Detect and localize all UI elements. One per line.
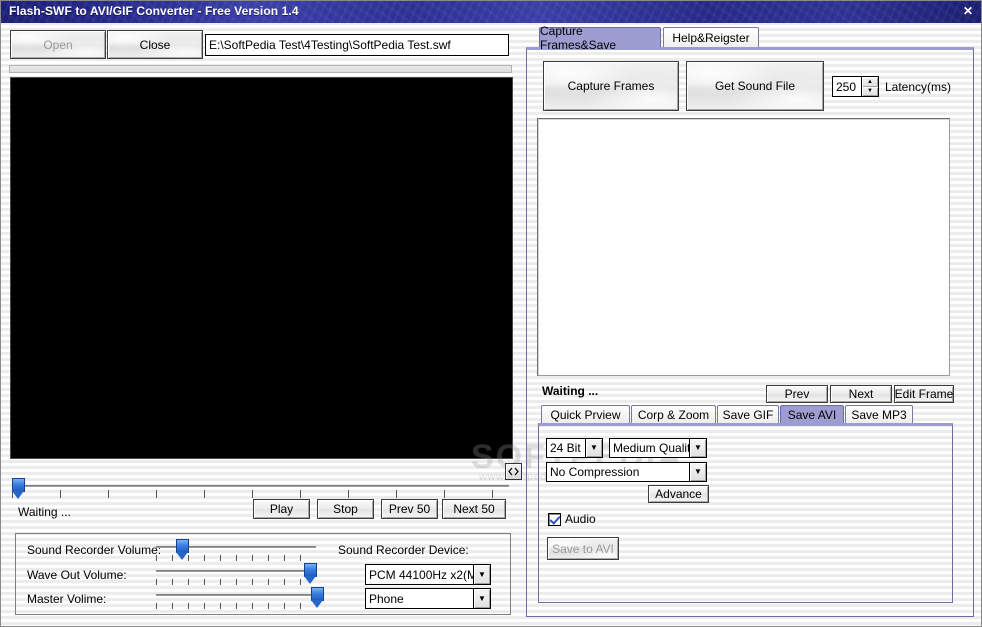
sound-line-value: Phone <box>369 591 404 606</box>
sound-recorder-volume-label: Sound Recorder Volume: <box>27 543 162 557</box>
bitdepth-select[interactable]: 24 Bit ▼ <box>546 438 603 458</box>
latency-value: 250 <box>836 79 857 94</box>
play-button-label: Play <box>269 502 294 516</box>
next50-button[interactable]: Next 50 <box>442 499 506 519</box>
stop-button[interactable]: Stop <box>317 499 374 519</box>
tab-save-mp3-label: Save MP3 <box>851 407 907 422</box>
get-sound-file-button[interactable]: Get Sound File <box>686 61 824 111</box>
timeline-thumb[interactable] <box>12 478 25 500</box>
tab-save-mp3[interactable]: Save MP3 <box>845 405 913 423</box>
audio-checkbox[interactable]: Audio <box>548 512 596 526</box>
open-button[interactable]: Open <box>10 30 106 59</box>
mv-ticks <box>156 603 316 609</box>
chevron-down-icon[interactable]: ▼ <box>689 463 706 481</box>
wave-out-volume-label: Wave Out Volume: <box>27 568 127 582</box>
tab-capture-frames-save-label: Capture Frames&Save <box>540 23 617 52</box>
quality-select[interactable]: Medium Quality ▼ <box>609 438 707 458</box>
tab-save-gif[interactable]: Save GIF <box>717 405 779 423</box>
prev50-button-label: Prev 50 <box>388 502 431 516</box>
play-button[interactable]: Play <box>253 499 310 519</box>
wave-out-volume-slider[interactable] <box>156 563 317 585</box>
tab-corp-zoom[interactable]: Corp & Zoom <box>631 405 716 423</box>
swf-path-input[interactable]: E:\SoftPedia Test\4Testing\SoftPedia Tes… <box>205 34 509 56</box>
capture-status: Waiting ... <box>542 384 599 398</box>
save-to-avi-button-label: Save to AVI <box>552 541 614 556</box>
stop-button-label: Stop <box>333 502 358 516</box>
tab-help-register-label: Help&Reigster <box>672 30 750 45</box>
close-button[interactable]: Close <box>107 30 203 59</box>
mv-track <box>156 594 316 596</box>
expand-glyph <box>508 467 519 476</box>
prev50-button[interactable]: Prev 50 <box>381 499 438 519</box>
audio-checkbox-label: Audio <box>565 512 596 526</box>
edit-frame-button-label: Edit Frame <box>894 387 954 401</box>
latency-stepper[interactable]: 250 ▲ ▼ <box>832 76 879 97</box>
prev-frame-button[interactable]: Prev <box>766 385 828 403</box>
sound-device-select[interactable]: PCM 44100Hz x2(MP ▼ <box>365 564 491 585</box>
mv-thumb[interactable] <box>311 587 324 609</box>
master-volume-label: Master Volime: <box>27 592 107 606</box>
swf-path-value: E:\SoftPedia Test\4Testing\SoftPedia Tes… <box>209 38 451 52</box>
timeline-slider[interactable] <box>12 478 509 500</box>
frame-list[interactable] <box>537 118 950 376</box>
sound-line-select[interactable]: Phone ▼ <box>365 588 491 609</box>
checkbox-check-icon <box>548 512 561 526</box>
quality-value: Medium Quality <box>613 441 689 455</box>
next50-button-label: Next 50 <box>453 502 495 516</box>
spin-up-icon[interactable]: ▲ <box>862 77 878 87</box>
latency-spin-buttons[interactable]: ▲ ▼ <box>861 77 878 96</box>
advance-button-label: Advance <box>655 487 702 501</box>
timeline-track <box>12 485 509 487</box>
sound-recorder-device-label: Sound Recorder Device: <box>338 543 469 557</box>
left-panel-separator <box>9 65 512 73</box>
compression-value: No Compression <box>550 465 640 479</box>
title-bar: Flash-SWF to AVI/GIF Converter - Free Ve… <box>1 1 981 23</box>
capture-frames-button[interactable]: Capture Frames <box>543 61 679 111</box>
tab-save-avi[interactable]: Save AVI <box>780 405 844 423</box>
compression-select[interactable]: No Compression ▼ <box>546 462 707 482</box>
tab-help-register[interactable]: Help&Reigster <box>663 27 759 47</box>
video-preview[interactable] <box>10 77 513 459</box>
window-title: Flash-SWF to AVI/GIF Converter - Free Ve… <box>9 4 299 18</box>
tab-quick-preview[interactable]: Quick Prview <box>541 405 630 423</box>
spin-down-icon[interactable]: ▼ <box>862 86 878 96</box>
advance-button[interactable]: Advance <box>648 485 709 503</box>
sound-recorder-volume-slider[interactable] <box>156 539 316 561</box>
wov-ticks <box>156 579 316 585</box>
wov-thumb[interactable] <box>304 563 317 585</box>
close-button-label: Close <box>139 37 171 52</box>
latency-label: Latency(ms) <box>885 80 952 94</box>
srv-thumb[interactable] <box>176 539 189 561</box>
chevron-down-icon[interactable]: ▼ <box>689 439 706 457</box>
master-volume-slider[interactable] <box>156 587 324 609</box>
close-icon[interactable]: ✕ <box>963 4 973 18</box>
application-window: Flash-SWF to AVI/GIF Converter - Free Ve… <box>0 0 982 627</box>
save-to-avi-button[interactable]: Save to AVI <box>547 537 619 560</box>
tab-corp-zoom-label: Corp & Zoom <box>637 407 710 422</box>
chevron-down-icon[interactable]: ▼ <box>585 439 602 457</box>
chevron-down-icon[interactable]: ▼ <box>473 589 490 608</box>
tab-save-gif-label: Save GIF <box>722 407 774 422</box>
chevron-down-icon[interactable]: ▼ <box>473 565 490 584</box>
tab-capture-frames-save[interactable]: Capture Frames&Save <box>539 24 661 52</box>
bitdepth-value: 24 Bit <box>550 441 581 455</box>
player-status: Waiting ... <box>18 505 71 519</box>
next-frame-button[interactable]: Next <box>830 385 892 403</box>
open-button-label: Open <box>43 37 73 52</box>
tab-quick-preview-label: Quick Prview <box>550 407 621 422</box>
tab-save-avi-label: Save AVI <box>787 407 837 422</box>
capture-frames-button-label: Capture Frames <box>567 79 655 93</box>
edit-frame-button[interactable]: Edit Frame <box>894 385 954 403</box>
next-frame-button-label: Next <box>848 387 874 401</box>
timeline-ticks <box>12 490 509 498</box>
get-sound-file-button-label: Get Sound File <box>714 79 796 93</box>
prev-frame-button-label: Prev <box>784 387 810 401</box>
wov-track <box>156 570 316 572</box>
sound-device-value: PCM 44100Hz x2(MP <box>369 567 473 582</box>
